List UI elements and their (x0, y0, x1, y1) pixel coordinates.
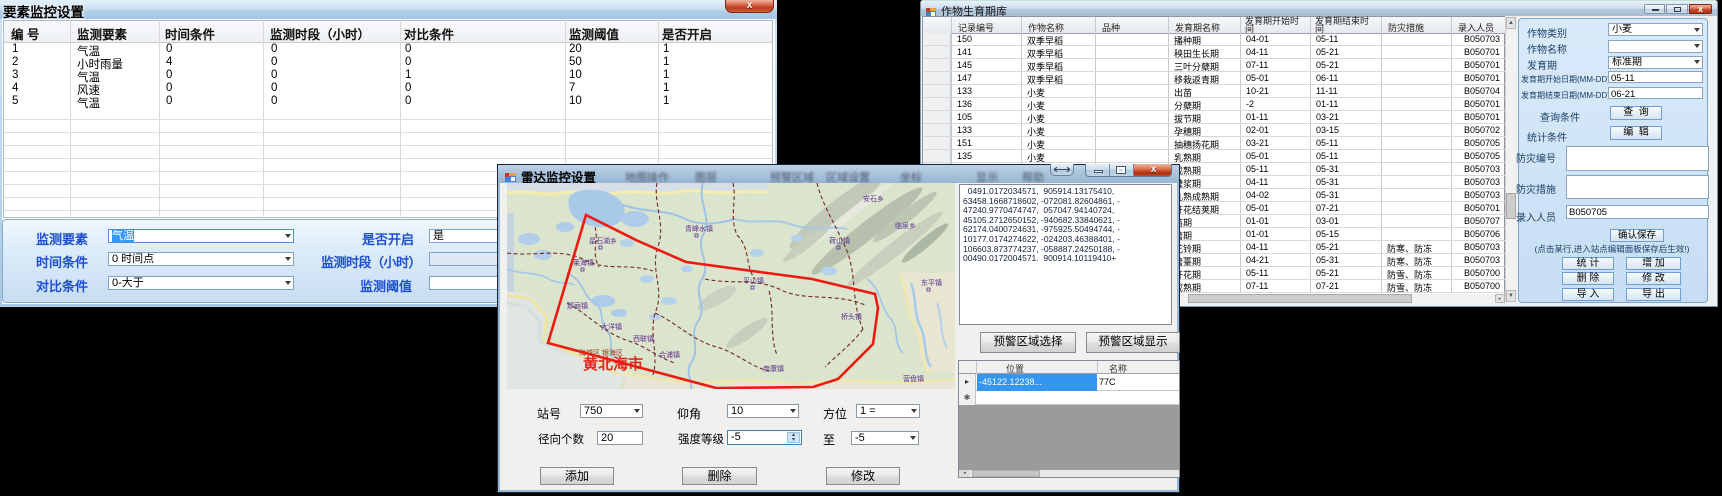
svg-text:黄北海市: 黄北海市 (583, 355, 643, 373)
svg-text:莱海镇: 莱海镇 (573, 258, 594, 267)
svg-text:安石乡: 安石乡 (863, 194, 884, 203)
svg-text:青峰水镇: 青峰水镇 (685, 224, 713, 233)
svg-text:大洋镇: 大洋镇 (601, 322, 622, 331)
svg-text:营盘镇: 营盘镇 (903, 374, 924, 383)
svg-text:临泉乡: 临泉乡 (895, 221, 916, 230)
svg-text:合浦镇: 合浦镇 (659, 350, 680, 359)
svg-text:桥头镇: 桥头镇 (841, 312, 862, 321)
svg-text:平山镇: 平山镇 (743, 276, 764, 285)
svg-text:荷山镇: 荷山镇 (829, 236, 850, 245)
svg-text:西联镇: 西联镇 (633, 334, 654, 343)
svg-text:那丽镇: 那丽镇 (567, 301, 588, 310)
svg-text:南康镇: 南康镇 (763, 364, 784, 373)
svg-text:星石湖乡: 星石湖乡 (589, 236, 617, 245)
svg-text:东平镇: 东平镇 (921, 278, 942, 287)
